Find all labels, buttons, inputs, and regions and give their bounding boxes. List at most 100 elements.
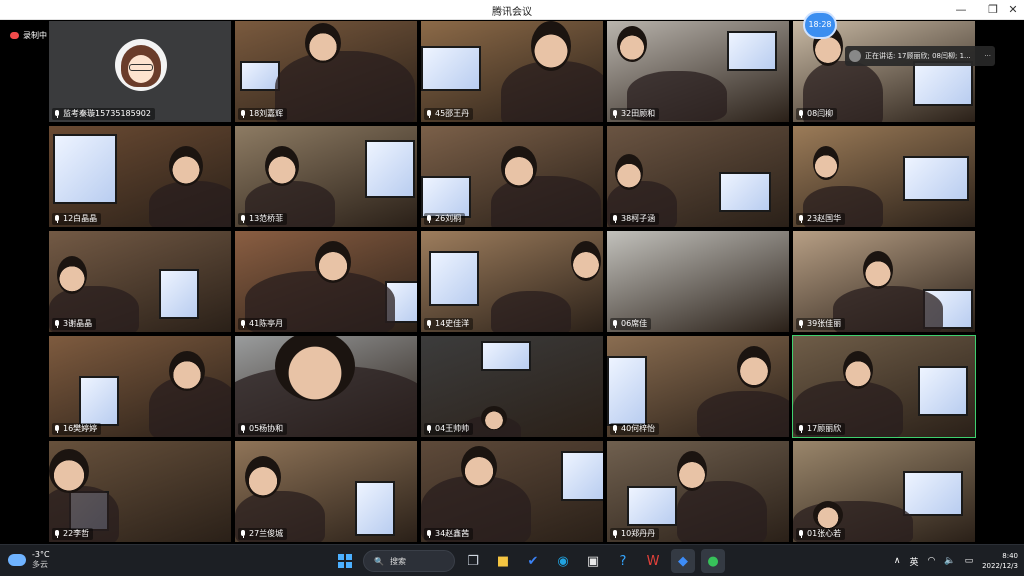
participant-name: 41陈亭月 xyxy=(249,319,284,328)
weather-widget[interactable]: -3°C 多云 xyxy=(8,549,50,570)
video-feed xyxy=(607,336,789,437)
video-tile[interactable]: 38柯子涵 xyxy=(606,125,790,228)
participant-nameplate: 12白晶晶 xyxy=(52,213,102,225)
video-tile[interactable]: 10郑丹丹 xyxy=(606,440,790,543)
laptop-screen xyxy=(159,269,199,319)
microphone-icon xyxy=(54,215,60,223)
laptop-screen xyxy=(240,61,280,91)
wps-icon[interactable]: W xyxy=(641,549,665,573)
video-tile[interactable]: 18刘嘉辉 xyxy=(234,20,418,123)
participant-name: 14史佳洋 xyxy=(435,319,470,328)
video-tile[interactable]: 13范桥菲 xyxy=(234,125,418,228)
store-icon[interactable]: ▣ xyxy=(581,549,605,573)
participant-nameplate: 05杨协和 xyxy=(238,423,288,435)
video-tile[interactable]: 01张心若 xyxy=(792,440,976,543)
microphone-icon xyxy=(798,110,804,118)
video-feed xyxy=(235,336,417,437)
meeting-timer[interactable]: 18:28 xyxy=(803,11,837,39)
video-tile[interactable]: 22李哲 xyxy=(48,440,232,543)
window-titlebar: 腾讯会议 — ❐ ✕ xyxy=(0,0,1024,20)
participant-head xyxy=(265,146,299,186)
participant-head xyxy=(813,501,843,529)
participant-nameplate: 14史佳洋 xyxy=(424,318,474,330)
participant-head xyxy=(615,154,643,190)
video-tile[interactable]: 34赵鑫茜 xyxy=(420,440,604,543)
taskbar-search[interactable]: 🔍 搜索 xyxy=(363,550,455,572)
video-tile[interactable]: 45邵王丹 xyxy=(420,20,604,123)
recording-indicator[interactable]: 录制中 xyxy=(10,30,47,41)
clock-date: 2022/12/3 xyxy=(982,562,1018,570)
participant-nameplate: 23赵国华 xyxy=(796,213,846,225)
laptop-screen xyxy=(627,486,677,526)
participant-nameplate: 监考秦璇15735185902 xyxy=(52,108,155,120)
file-explorer-icon[interactable]: ■ xyxy=(491,549,515,573)
video-tile[interactable]: 41陈亭月 xyxy=(234,230,418,333)
participant-body xyxy=(275,51,415,122)
video-tile[interactable]: 32田顾和 xyxy=(606,20,790,123)
participant-name: 04王帅帅 xyxy=(435,424,470,433)
video-tile[interactable]: 27兰俊城 xyxy=(234,440,418,543)
laptop-screen xyxy=(53,134,117,204)
video-tile[interactable]: 26刘桐 xyxy=(420,125,604,228)
tencent-meeting-icon[interactable]: ◆ xyxy=(671,549,695,573)
todo-icon[interactable]: ✔ xyxy=(521,549,545,573)
tray-chevron-icon[interactable]: ∧ xyxy=(894,556,901,566)
ime-indicator[interactable]: 英 xyxy=(909,555,918,568)
participant-name: 3谢晶晶 xyxy=(63,319,93,328)
participant-nameplate: 18刘嘉辉 xyxy=(238,108,288,120)
video-feed xyxy=(235,21,417,122)
video-tile[interactable]: 3谢晶晶 xyxy=(48,230,232,333)
battery-icon[interactable]: ▭ xyxy=(965,556,974,566)
video-feed xyxy=(421,441,603,542)
participant-nameplate: 40何梓怡 xyxy=(610,423,660,435)
microphone-icon xyxy=(426,320,432,328)
recording-cloud-icon xyxy=(10,32,19,39)
video-tile[interactable]: 39张佳丽 xyxy=(792,230,976,333)
participant-nameplate: 17顾丽欣 xyxy=(796,423,846,435)
close-icon[interactable]: ✕ xyxy=(1002,0,1024,20)
speaking-indicator[interactable]: 正在讲话: 17顾丽欣; 08闫柳; 1... ··· xyxy=(845,46,995,66)
video-tile[interactable]: 16樊婷婷 xyxy=(48,335,232,438)
more-icon[interactable]: ··· xyxy=(984,52,991,60)
microphone-icon xyxy=(798,425,804,433)
video-tile[interactable]: 40何梓怡 xyxy=(606,335,790,438)
wifi-icon[interactable]: ◠ xyxy=(928,556,936,566)
video-feed xyxy=(607,441,789,542)
laptop-screen xyxy=(355,481,395,536)
participant-name: 05杨协和 xyxy=(249,424,284,433)
video-tile[interactable]: 06席佳 xyxy=(606,230,790,333)
microphone-icon xyxy=(426,530,432,538)
windows-logo-icon xyxy=(338,554,352,568)
video-tile[interactable]: 05杨协和 xyxy=(234,335,418,438)
microphone-icon xyxy=(240,215,246,223)
participant-name: 38柯子涵 xyxy=(621,214,656,223)
participant-head xyxy=(481,406,507,430)
video-tile[interactable]: 14史佳洋 xyxy=(420,230,604,333)
wechat-icon[interactable]: ● xyxy=(701,549,725,573)
participant-nameplate: 41陈亭月 xyxy=(238,318,288,330)
volume-icon[interactable]: 🔈 xyxy=(944,556,955,566)
video-tile[interactable]: 17顾丽欣 xyxy=(792,335,976,438)
microphone-icon xyxy=(426,110,432,118)
minimize-icon[interactable]: — xyxy=(950,0,972,20)
video-tile[interactable]: 监考秦璇15735185902 xyxy=(48,20,232,123)
participant-body xyxy=(697,391,789,437)
video-tile[interactable]: 12白晶晶 xyxy=(48,125,232,228)
video-feed xyxy=(49,336,231,437)
video-feed xyxy=(421,126,603,227)
participant-head xyxy=(305,23,341,63)
microphone-icon xyxy=(240,320,246,328)
clock[interactable]: 8:40 2022/12/3 xyxy=(982,551,1018,571)
task-view-icon[interactable]: ❐ xyxy=(461,549,485,573)
help-icon[interactable]: ? xyxy=(611,549,635,573)
start-button[interactable] xyxy=(333,549,357,573)
edge-browser-icon[interactable]: ◉ xyxy=(551,549,575,573)
participant-name: 34赵鑫茜 xyxy=(435,529,470,538)
microphone-icon xyxy=(54,110,60,118)
participant-head xyxy=(571,241,601,281)
video-tile[interactable]: 04王帅帅 xyxy=(420,335,604,438)
participant-nameplate: 01张心若 xyxy=(796,528,846,540)
maximize-icon[interactable]: ❐ xyxy=(982,0,1004,20)
participant-name: 39张佳丽 xyxy=(807,319,842,328)
video-tile[interactable]: 23赵国华 xyxy=(792,125,976,228)
